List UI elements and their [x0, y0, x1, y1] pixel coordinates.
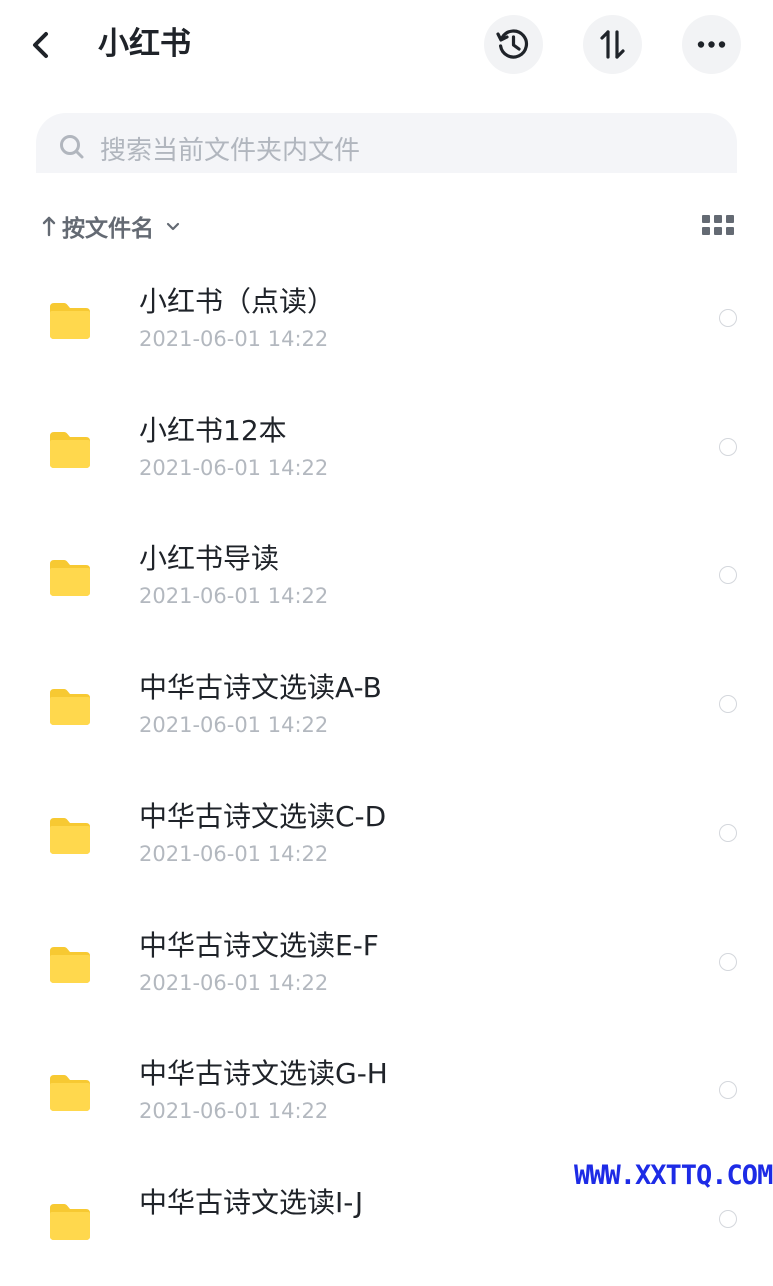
sort-toggle-button[interactable]: [583, 15, 642, 74]
folder-icon: [50, 303, 90, 339]
search-icon: [60, 135, 84, 159]
list-item[interactable]: 中华古诗文选读C-D 2021-06-01 14:22: [0, 771, 773, 900]
file-name: 中华古诗文选读G-H: [139, 1057, 388, 1091]
file-date: 2021-06-01 14:22: [139, 841, 329, 866]
folder-icon: [50, 689, 90, 726]
file-name: 小红书（点读）: [139, 285, 336, 318]
folder-icon: [50, 1203, 90, 1240]
select-radio[interactable]: [719, 1081, 737, 1100]
search-input[interactable]: [100, 113, 720, 173]
watermark: WWW.XXTTQ.COM: [574, 1160, 773, 1191]
select-radio[interactable]: [719, 952, 737, 971]
list-item[interactable]: 中华古诗文选读A-B 2021-06-01 14:22: [0, 642, 773, 771]
file-date: 2021-06-01 14:22: [139, 584, 329, 609]
file-date: 2021-06-01 14:22: [139, 1099, 329, 1124]
sort-label: 按文件名: [62, 216, 154, 242]
list-item[interactable]: 中华古诗文选读G-H 2021-06-01 14:22: [0, 1028, 773, 1157]
select-radio[interactable]: [719, 695, 737, 714]
file-name: 中华古诗文选读I-J: [139, 1185, 364, 1219]
folder-icon: [50, 946, 90, 983]
list-item[interactable]: 小红书导读 2021-06-01 14:22: [0, 513, 773, 642]
file-name: 小红书导读: [139, 542, 280, 576]
folder-icon: [50, 1075, 90, 1112]
list-item[interactable]: 小红书（点读） 2021-06-01 14:22: [0, 256, 773, 385]
sort-dropdown[interactable]: 按文件名: [42, 206, 184, 246]
folder-icon: [50, 817, 90, 854]
more-horizontal-icon: [697, 41, 726, 48]
select-radio[interactable]: [719, 1209, 737, 1228]
list-item[interactable]: 中华古诗文选读E-F 2021-06-01 14:22: [0, 900, 773, 1029]
arrow-up-icon: [42, 216, 56, 237]
up-down-arrows-icon: [600, 30, 625, 59]
file-date: 2021-06-01 14:22: [139, 455, 329, 480]
folder-icon: [50, 560, 90, 597]
chevron-left-icon: [33, 32, 48, 58]
history-icon: [496, 29, 528, 59]
page-title: 小红书: [98, 26, 191, 62]
back-button[interactable]: [22, 24, 62, 66]
file-name: 中华古诗文选读E-F: [139, 928, 379, 962]
grid-view-button[interactable]: [702, 215, 734, 237]
history-button[interactable]: [484, 15, 543, 74]
top-bar: 小红书: [0, 0, 773, 92]
search-bar[interactable]: [36, 113, 737, 173]
file-name: 中华古诗文选读A-B: [139, 671, 382, 705]
select-radio[interactable]: [719, 823, 737, 842]
file-date: 2021-06-01 14:22: [139, 327, 329, 351]
file-name: 中华古诗文选读C-D: [139, 799, 387, 833]
select-radio[interactable]: [719, 437, 737, 456]
chevron-down-icon: [166, 222, 180, 231]
folder-icon: [50, 431, 90, 468]
list-item[interactable]: 小红书12本 2021-06-01 14:22: [0, 385, 773, 514]
select-radio[interactable]: [719, 566, 737, 585]
more-button[interactable]: [682, 15, 741, 74]
file-name: 小红书12本: [139, 413, 287, 447]
file-date: 2021-06-01 14:22: [139, 713, 329, 738]
file-date: 2021-06-01 14:22: [139, 970, 329, 995]
select-radio[interactable]: [719, 309, 737, 327]
